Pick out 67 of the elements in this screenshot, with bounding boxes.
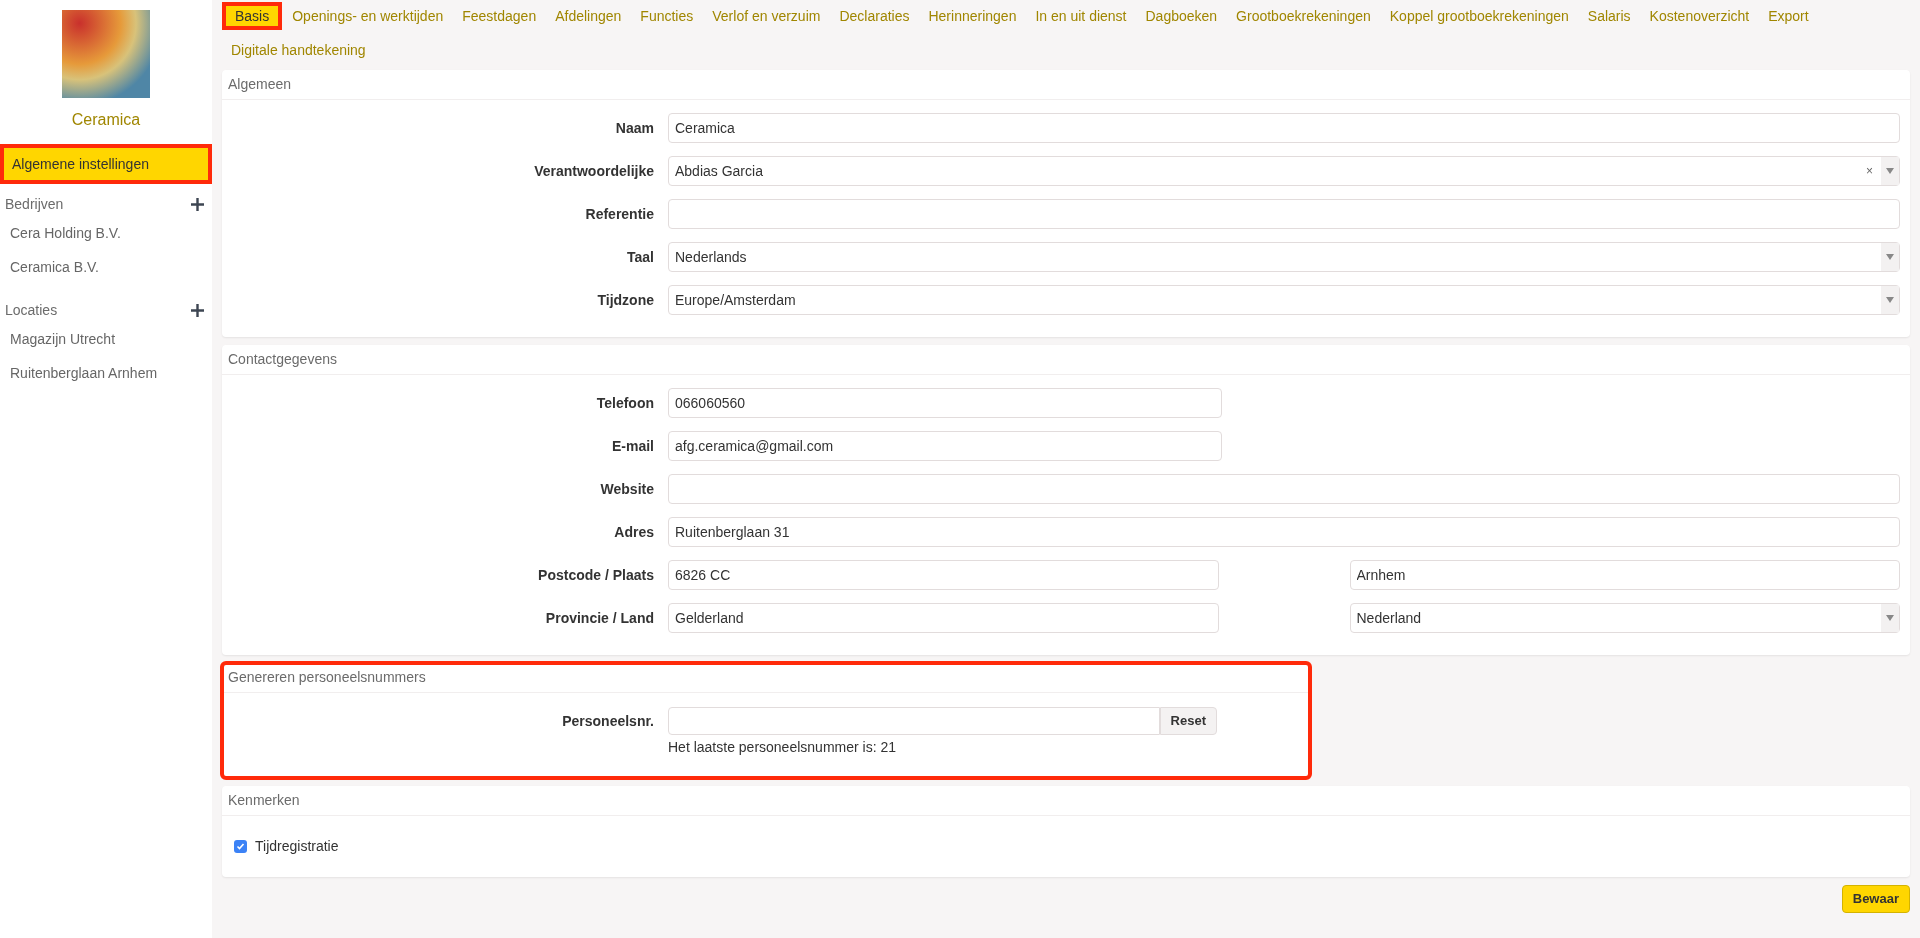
tab[interactable]: Koppel grootboekrekeningen bbox=[1380, 2, 1578, 30]
input-field[interactable] bbox=[668, 474, 1900, 504]
group-title: Locaties bbox=[5, 300, 58, 320]
input-field[interactable]: 6826 CC bbox=[668, 560, 1219, 590]
checkbox[interactable] bbox=[234, 840, 247, 853]
tab[interactable]: Functies bbox=[631, 2, 703, 30]
field-label: Website bbox=[600, 479, 654, 499]
tab[interactable]: Kostenoverzicht bbox=[1640, 2, 1759, 30]
tab[interactable]: Export bbox=[1759, 2, 1818, 30]
select-field[interactable]: Abdias Garcia × bbox=[668, 156, 1900, 186]
tab[interactable]: Herinneringen bbox=[919, 2, 1026, 30]
tab[interactable]: Feestdagen bbox=[453, 2, 546, 30]
tab[interactable]: Dagboeken bbox=[1136, 2, 1227, 30]
tab[interactable]: Verlof en verzuim bbox=[703, 2, 830, 30]
tab[interactable]: Basis bbox=[222, 2, 283, 30]
field-label: Tijdzone bbox=[597, 290, 654, 310]
add-icon[interactable] bbox=[191, 303, 204, 317]
field-label: Postcode / Plaats bbox=[538, 565, 654, 585]
field-label: Taal bbox=[627, 247, 654, 267]
field-label: Provincie / Land bbox=[545, 608, 654, 628]
logo-caption: Ceramica bbox=[71, 110, 141, 130]
tab[interactable]: In en uit dienst bbox=[1026, 2, 1136, 30]
tab[interactable]: Grootboekrekeningen bbox=[1227, 2, 1380, 30]
section-title: Genereren personeelsnummers bbox=[228, 668, 426, 687]
input-field[interactable]: 066060560 bbox=[668, 388, 1222, 418]
field-label: Verantwoordelijke bbox=[534, 161, 654, 181]
input-field[interactable]: afg.ceramica@gmail.com bbox=[668, 431, 1222, 461]
caret-icon[interactable] bbox=[1881, 604, 1899, 632]
caret-icon[interactable] bbox=[1881, 157, 1899, 185]
select-field[interactable]: Nederland bbox=[1349, 603, 1900, 633]
input-field[interactable]: Arnhem bbox=[1349, 560, 1900, 590]
tab[interactable]: Salaris bbox=[1578, 2, 1640, 30]
caret-icon[interactable] bbox=[1881, 243, 1899, 271]
save-button[interactable]: Bewaar bbox=[1841, 885, 1910, 913]
input-field[interactable] bbox=[668, 199, 1900, 229]
group-title: Bedrijven bbox=[5, 194, 64, 214]
sidebar-item[interactable]: Ruitenberglaan Arnhem bbox=[0, 356, 212, 390]
checkbox-label: Tijdregistratie bbox=[255, 837, 339, 856]
tab[interactable]: Afdelingen bbox=[546, 2, 631, 30]
tab[interactable]: Digitale handtekening bbox=[222, 36, 375, 64]
field-label: Adres bbox=[614, 522, 654, 542]
tab[interactable]: Openings- en werktijden bbox=[283, 2, 453, 30]
sidebar-item[interactable]: Algemene instellingen bbox=[0, 144, 212, 184]
sidebar-item[interactable]: Ceramica B.V. bbox=[0, 250, 212, 284]
input-field[interactable]: Ceramica bbox=[668, 113, 1900, 143]
check-icon bbox=[236, 842, 245, 851]
section-title: Contactgegevens bbox=[228, 350, 337, 369]
add-icon[interactable] bbox=[191, 197, 204, 211]
field-label: E-mail bbox=[612, 436, 654, 456]
caret-icon[interactable] bbox=[1881, 286, 1899, 314]
section-title: Algemeen bbox=[228, 75, 292, 94]
select-field[interactable]: Europe/Amsterdam bbox=[668, 285, 1900, 315]
input-field[interactable]: Gelderland bbox=[668, 603, 1219, 633]
field-label: Telefoon bbox=[596, 393, 654, 413]
select-field[interactable]: Nederlands bbox=[668, 242, 1900, 272]
sidebar-item[interactable]: Cera Holding B.V. bbox=[0, 216, 212, 250]
tab[interactable]: Declaraties bbox=[830, 2, 919, 30]
field-label: Referentie bbox=[585, 204, 654, 224]
field-label: Personeelsnr. bbox=[562, 711, 654, 731]
help-text: Het laatste personeelsnummer is: 21 bbox=[668, 738, 896, 757]
reset-button[interactable]: Reset bbox=[1159, 707, 1217, 735]
input-field[interactable] bbox=[668, 707, 1160, 735]
section-title: Kenmerken bbox=[228, 791, 300, 810]
field-label: Naam bbox=[615, 118, 654, 138]
clear-icon[interactable]: × bbox=[1858, 162, 1881, 180]
sidebar-item[interactable]: Magazijn Utrecht bbox=[0, 322, 212, 356]
input-field[interactable]: Ruitenberglaan 31 bbox=[668, 517, 1900, 547]
